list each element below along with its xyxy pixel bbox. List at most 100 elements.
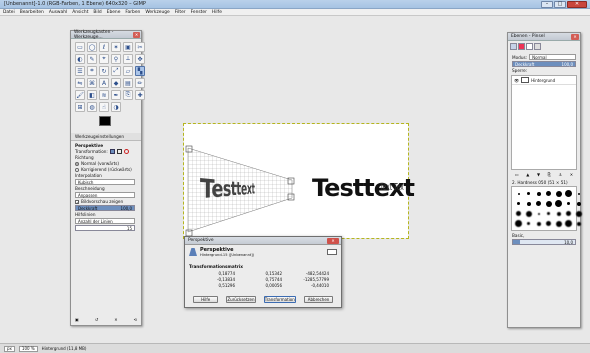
- align-icon[interactable]: ☰: [75, 66, 85, 76]
- brush-spacing-slider[interactable]: 10,0: [512, 239, 576, 245]
- brush-preset[interactable]: [524, 209, 533, 218]
- maximize-button[interactable]: □: [554, 0, 566, 8]
- clipping-select[interactable]: Anpassen: [75, 192, 135, 198]
- transform-button[interactable]: Transformation: [263, 296, 297, 303]
- help-button[interactable]: Hilfe: [193, 296, 219, 303]
- guides-select[interactable]: Anzahl der Linien: [75, 218, 135, 224]
- brush-preset[interactable]: [574, 189, 583, 198]
- brush-preset[interactable]: [574, 219, 583, 228]
- brush-preset[interactable]: [514, 209, 523, 218]
- interpolation-select[interactable]: Kubisch: [75, 179, 135, 185]
- opacity-slider[interactable]: Deckkraft 100,0: [75, 205, 135, 211]
- restore-options-icon[interactable]: ↺: [95, 317, 98, 322]
- ellipse-select-icon[interactable]: ◯: [87, 42, 97, 52]
- menu-view[interactable]: Ansicht: [72, 10, 88, 15]
- smudge-icon[interactable]: ☝: [99, 102, 109, 112]
- airbrush-icon[interactable]: ≋: [99, 90, 109, 100]
- save-options-icon[interactable]: ▣: [75, 317, 79, 322]
- close-button[interactable]: ✕: [567, 0, 587, 8]
- brush-preset[interactable]: [514, 199, 523, 208]
- perspective-icon[interactable]: ▚: [135, 66, 145, 76]
- image-canvas[interactable]: Testtext Testtext Text Tex: [183, 123, 415, 239]
- brush-preset[interactable]: [524, 189, 533, 198]
- layer-row[interactable]: 👁 Hintergrund: [512, 76, 576, 85]
- delete-layer-icon[interactable]: ✕: [570, 172, 573, 177]
- scissors-icon[interactable]: ✂: [135, 42, 145, 52]
- fuzzy-select-icon[interactable]: ✶: [111, 42, 121, 52]
- flip-icon[interactable]: ⇋: [75, 78, 85, 88]
- menu-file[interactable]: Datei: [3, 10, 15, 15]
- preview-thumb-icon[interactable]: [327, 249, 337, 255]
- brush-preset[interactable]: [514, 189, 523, 198]
- ink-icon[interactable]: ✒: [111, 90, 121, 100]
- undo-tab-icon[interactable]: [534, 43, 541, 50]
- measure-icon[interactable]: ⟂: [123, 54, 133, 64]
- preview-checkbox[interactable]: ✓: [75, 199, 79, 204]
- brush-preset[interactable]: [534, 219, 543, 228]
- dialog-close-icon[interactable]: ✕: [327, 237, 339, 244]
- menu-select[interactable]: Auswahl: [49, 10, 67, 15]
- brush-preset[interactable]: [554, 219, 563, 228]
- radio-normal[interactable]: [75, 161, 79, 166]
- brush-preset[interactable]: [554, 199, 563, 208]
- menu-help[interactable]: Hilfe: [212, 10, 222, 15]
- duplicate-layer-icon[interactable]: ⎘: [548, 172, 551, 177]
- blend-icon[interactable]: ▤: [123, 78, 133, 88]
- brush-preset[interactable]: [544, 209, 553, 218]
- radio-corrective[interactable]: [75, 167, 79, 172]
- paths-tab-icon[interactable]: [526, 43, 533, 50]
- perspective-clone-icon[interactable]: ⊞: [75, 102, 85, 112]
- brush-preset[interactable]: [534, 189, 543, 198]
- eye-icon[interactable]: 👁: [514, 78, 519, 83]
- foreground-color-swatch[interactable]: [99, 116, 111, 126]
- brush-preset[interactable]: [524, 199, 533, 208]
- color-select-icon[interactable]: ▣: [123, 42, 133, 52]
- bucket-fill-icon[interactable]: ◆: [111, 78, 121, 88]
- reset-button[interactable]: Zurücksetzen: [226, 296, 256, 303]
- direction-corrective[interactable]: Korrigierend (rückwärts): [75, 167, 137, 172]
- raise-layer-icon[interactable]: ▲: [526, 172, 529, 177]
- paintbrush-icon[interactable]: 🖌: [75, 90, 85, 100]
- brush-preset[interactable]: [544, 189, 553, 198]
- menu-filters[interactable]: Filter: [175, 10, 186, 15]
- eraser-icon[interactable]: ◧: [87, 90, 97, 100]
- menu-colors[interactable]: Farben: [125, 10, 140, 15]
- brush-preset[interactable]: [554, 189, 563, 198]
- tool-options-tab[interactable]: Werkzeugeinstellungen: [71, 133, 141, 141]
- clone-icon[interactable]: ⎘: [123, 90, 133, 100]
- unit-select[interactable]: px: [4, 345, 15, 352]
- delete-options-icon[interactable]: ✕: [114, 317, 117, 322]
- brush-preset[interactable]: [564, 219, 573, 228]
- rotate-icon[interactable]: ↻: [99, 66, 109, 76]
- brush-preset[interactable]: [544, 199, 553, 208]
- layer-opacity-slider[interactable]: Deckkraft 100,0: [512, 61, 576, 67]
- brush-preset[interactable]: [554, 209, 563, 218]
- brush-preset[interactable]: [534, 209, 543, 218]
- paths-icon[interactable]: ✎: [87, 54, 97, 64]
- cage-icon[interactable]: ⌘: [87, 78, 97, 88]
- close-icon[interactable]: ✕: [571, 33, 579, 40]
- brush-preset[interactable]: [564, 209, 573, 218]
- free-select-icon[interactable]: ℓ: [99, 42, 109, 52]
- cancel-button[interactable]: Abbrechen: [304, 296, 333, 303]
- brush-preset[interactable]: [544, 219, 553, 228]
- menu-tools[interactable]: Werkzeuge: [145, 10, 169, 15]
- lower-layer-icon[interactable]: ▼: [537, 172, 540, 177]
- menu-image[interactable]: Bild: [93, 10, 101, 15]
- move-icon[interactable]: ✥: [135, 54, 145, 64]
- zoom-select[interactable]: 100 %: [18, 345, 38, 352]
- pencil-icon[interactable]: ✏: [135, 78, 145, 88]
- channels-tab-icon[interactable]: [518, 43, 525, 50]
- zoom-icon[interactable]: ⚲: [111, 54, 121, 64]
- brush-preset[interactable]: [574, 199, 583, 208]
- menu-layer[interactable]: Ebene: [107, 10, 121, 15]
- brush-preset[interactable]: [564, 199, 573, 208]
- brush-preset[interactable]: [564, 189, 573, 198]
- brush-preset[interactable]: [514, 219, 523, 228]
- brush-preset[interactable]: [534, 199, 543, 208]
- transform-path-icon[interactable]: [123, 149, 129, 154]
- direction-normal[interactable]: Normal (vorwärts): [75, 161, 137, 166]
- preview-row[interactable]: ✓ Bildvorschau zeigen: [75, 199, 137, 204]
- menu-windows[interactable]: Fenster: [191, 10, 207, 15]
- rect-select-icon[interactable]: ▭: [75, 42, 85, 52]
